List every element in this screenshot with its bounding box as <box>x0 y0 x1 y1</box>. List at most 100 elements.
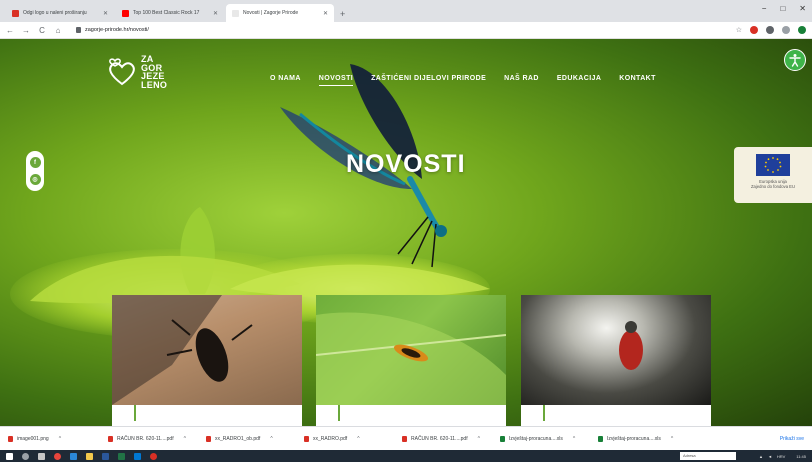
nav-item-zasticeni-dijelovi-prirode[interactable]: ZAŠTIĆENI DIJELOVI PRIRODE <box>371 75 486 82</box>
download-filename: xx_RADRO.pdf <box>313 435 348 442</box>
reload-button[interactable]: C <box>38 26 46 35</box>
tab-label: Top 100 Best Classic Rock 17 <box>133 10 200 16</box>
page-title: NOVOSTI <box>346 150 466 178</box>
clock[interactable]: 11:45 <box>796 454 806 459</box>
pdf-file-icon <box>304 435 309 442</box>
youtube-icon <box>122 9 129 17</box>
browser-tab[interactable]: Top 100 Best Classic Rock 17 ✕ <box>116 4 224 22</box>
chevron-up-icon[interactable]: ^ <box>357 436 359 442</box>
star-icon[interactable]: ☆ <box>736 26 742 34</box>
spreadsheet-file-icon <box>500 435 505 442</box>
download-filename: RAČUN BR. 620-11....pdf <box>117 435 174 442</box>
nav-item-edukacija[interactable]: EDUKACIJA <box>557 75 601 82</box>
news-card-image <box>112 295 302 405</box>
browser-tab[interactable]: Odgi logo u naleni proširanju ✕ <box>6 4 114 22</box>
wifi-icon[interactable]: ▲ <box>759 454 763 459</box>
chevron-up-icon[interactable]: ^ <box>59 436 61 442</box>
eu-badge-line: Zajedno do fondova EU <box>751 184 795 189</box>
accessibility-button[interactable] <box>784 49 806 71</box>
lock-icon <box>76 27 81 33</box>
os-taskbar: Adresa ▲ ◄ HRV 11:45 <box>0 450 812 462</box>
download-filename: xx_RADRO1_ob.pdf <box>215 435 261 442</box>
close-tab-icon[interactable]: ✕ <box>103 10 108 17</box>
browser-tab-strip: Odgi logo u naleni proširanju ✕ Top 100 … <box>0 0 812 22</box>
social-links: f ◎ <box>26 151 44 191</box>
eu-badge-text: Europska unija Zajedno do fondova EU <box>751 179 795 189</box>
explorer-icon[interactable] <box>86 452 93 460</box>
close-window-button[interactable]: ✕ <box>799 4 806 13</box>
close-tab-icon[interactable]: ✕ <box>213 10 218 17</box>
browser-tab-active[interactable]: Novosti | Zagorje Prirode ✕ <box>226 4 334 22</box>
download-filename: image001.png <box>17 435 49 442</box>
task-view-icon[interactable] <box>38 452 45 460</box>
close-tab-icon[interactable]: ✕ <box>323 10 328 17</box>
instagram-icon[interactable]: ◎ <box>29 174 41 185</box>
show-all-downloads-button[interactable]: Prikaži sve <box>780 436 804 442</box>
news-card[interactable] <box>316 295 506 426</box>
chevron-up-icon[interactable]: ^ <box>671 436 673 442</box>
url-field[interactable]: zagorje-prirode.hr/novosti/ <box>76 27 149 33</box>
app-icon[interactable] <box>150 452 157 460</box>
word-icon[interactable] <box>102 452 109 460</box>
download-item[interactable]: Izvještaj-proracuna....xls ^ <box>500 435 598 442</box>
pdf-file-icon <box>402 435 407 442</box>
download-item[interactable]: RAČUN BR. 620-11....pdf ^ <box>402 435 500 442</box>
news-card-image <box>521 295 711 405</box>
system-tray: ▲ ◄ HRV 11:45 <box>759 454 806 459</box>
leaf-right <box>230 264 490 298</box>
nav-item-nas-rad[interactable]: NAŠ RAD <box>504 75 539 82</box>
download-item[interactable]: xx_RADRO1_ob.pdf ^ <box>206 435 304 442</box>
chevron-up-icon[interactable]: ^ <box>270 436 272 442</box>
eu-funding-badge[interactable]: Europska unija Zajedno do fondova EU <box>734 147 812 203</box>
spreadsheet-file-icon <box>598 435 603 442</box>
extension-icon[interactable] <box>750 26 758 34</box>
nav-item-o-nama[interactable]: O NAMA <box>270 75 301 82</box>
excel-icon[interactable] <box>118 452 125 460</box>
taskbar-address-field[interactable]: Adresa <box>679 452 736 460</box>
minimize-button[interactable]: − <box>762 4 767 13</box>
volume-icon[interactable]: ◄ <box>768 454 772 459</box>
pdf-file-icon <box>206 435 211 442</box>
news-card[interactable] <box>112 295 302 426</box>
download-item[interactable]: xx_RADRO.pdf ^ <box>304 435 402 442</box>
chrome-icon[interactable] <box>54 452 61 460</box>
nav-item-kontakt[interactable]: KONTAKT <box>619 75 656 82</box>
download-item[interactable]: image001.png ^ <box>8 435 108 442</box>
download-item[interactable]: Izvještaj-proracuna....xls ^ <box>598 435 696 442</box>
new-tab-button[interactable]: + <box>340 9 345 19</box>
site-logo[interactable]: ZA GOR JEZE LENO <box>106 55 167 89</box>
pdf-file-icon <box>108 435 113 442</box>
profile-avatar[interactable] <box>798 26 806 34</box>
windows-start-icon[interactable] <box>6 452 13 460</box>
facebook-icon[interactable]: f <box>29 157 41 168</box>
back-button[interactable]: ← <box>6 26 14 35</box>
outlook-icon[interactable] <box>134 452 141 460</box>
nav-item-novosti[interactable]: NOVOSTI <box>318 75 354 86</box>
edge-icon[interactable] <box>70 452 77 460</box>
chevron-up-icon[interactable]: ^ <box>573 436 575 442</box>
download-filename: RAČUN BR. 620-11....pdf <box>411 435 468 442</box>
logo-text: ZA GOR JEZE LENO <box>141 55 167 89</box>
maximize-button[interactable]: □ <box>780 4 785 13</box>
download-item[interactable]: RAČUN BR. 620-11....pdf ^ <box>108 435 206 442</box>
address-bar: ← → C ⌂ zagorje-prirode.hr/novosti/ ☆ <box>0 22 812 39</box>
url-text: zagorje-prirode.hr/novosti/ <box>85 27 149 33</box>
tab-label: Novosti | Zagorje Prirode <box>243 10 299 16</box>
heart-logo-icon <box>109 58 135 86</box>
language-indicator[interactable]: HRV <box>777 454 785 459</box>
home-button[interactable]: ⌂ <box>54 26 62 35</box>
news-card[interactable] <box>521 295 711 426</box>
dragonfly-leg <box>397 216 429 255</box>
extension-icon[interactable] <box>782 26 790 34</box>
extensions-area: ☆ <box>736 26 806 34</box>
chevron-up-icon[interactable]: ^ <box>184 436 186 442</box>
main-nav: O NAMA NOVOSTI ZAŠTIĆENI DIJELOVI PRIROD… <box>270 75 656 86</box>
window-controls: − □ ✕ <box>762 4 806 13</box>
chevron-up-icon[interactable]: ^ <box>478 436 480 442</box>
search-icon[interactable] <box>22 452 29 460</box>
forward-button[interactable]: → <box>22 26 30 35</box>
accessibility-icon <box>789 54 801 67</box>
card-accent-bar <box>134 405 136 421</box>
extension-icon[interactable] <box>766 26 774 34</box>
card-accent-bar <box>338 405 340 421</box>
